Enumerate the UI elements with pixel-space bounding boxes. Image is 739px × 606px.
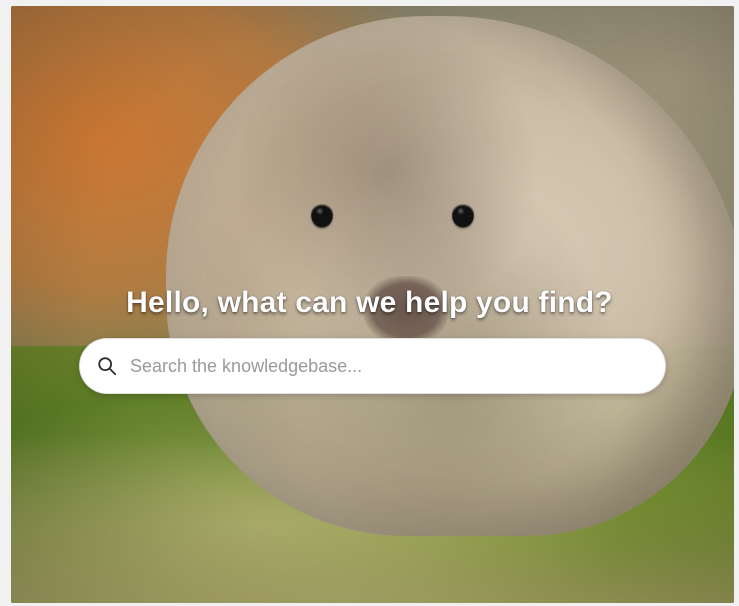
- search-icon: [98, 357, 117, 376]
- wombat-left-eye: [311, 202, 333, 228]
- wombat-right-eye: [452, 202, 474, 228]
- wombat-photo-subject: [166, 16, 734, 536]
- search-bar[interactable]: [79, 338, 666, 394]
- hero-background: [11, 6, 734, 603]
- search-input[interactable]: [128, 348, 647, 384]
- wombat-nose: [363, 276, 449, 344]
